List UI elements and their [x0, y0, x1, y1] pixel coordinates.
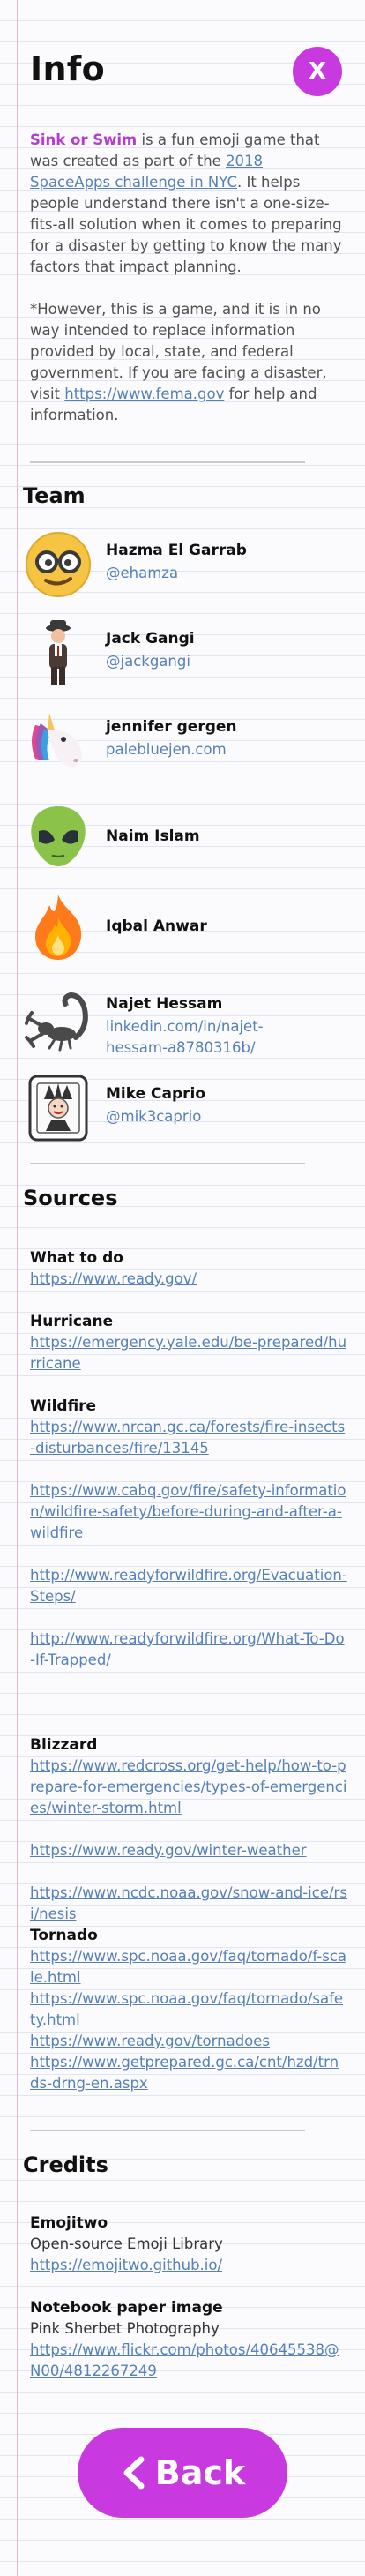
page-title: Info: [30, 49, 106, 88]
source-group-wildfire: Wildfire https://www.nrcan.gc.ca/forests…: [30, 1396, 347, 1671]
intro-text: Sink or Swim is a fun emoji game that wa…: [30, 130, 347, 426]
team-member: Mike Caprio @mik3caprio: [23, 1073, 349, 1147]
credit-title: Emojitwo: [30, 2214, 108, 2232]
credit-description: Open-source Emoji Library: [30, 2235, 223, 2252]
alien-icon: [31, 806, 86, 866]
intro-paragraph-1: Sink or Swim is a fun emoji game that wa…: [30, 130, 347, 278]
credit-emojitwo: Emojitwo Open-source Emoji Library https…: [30, 2213, 347, 2276]
member-name: Iqbal Anwar: [106, 917, 207, 935]
member-handle[interactable]: @mik3caprio: [106, 1106, 309, 1127]
team-member: Iqbal Anwar: [23, 891, 349, 965]
unicorn-icon: [32, 713, 82, 768]
source-heading: What to do: [30, 1249, 123, 1267]
source-link[interactable]: https://www.spc.noaa.gov/faq/tornado/f-s…: [30, 1946, 347, 1988]
divider: [30, 2130, 305, 2131]
source-link[interactable]: https://www.ncdc.noaa.gov/snow-and-ice/r…: [30, 1883, 347, 1925]
member-name: jennifer gergen: [106, 718, 237, 736]
source-group-blizzard: Blizzard https://www.redcross.org/get-he…: [30, 1734, 347, 1925]
team-member: jennifer gergen palebluejen.com: [23, 706, 349, 780]
credits-heading: Credits: [23, 2153, 108, 2177]
detective-icon: [46, 620, 71, 685]
source-group-hurricane: Hurricane https://emergency.yale.edu/be-…: [30, 1311, 347, 1374]
source-link[interactable]: https://www.ready.gov/: [30, 1269, 347, 1290]
source-link[interactable]: https://www.getprepared.gc.ca/cnt/hzd/tr…: [30, 2052, 347, 2094]
close-button[interactable]: X: [293, 47, 342, 96]
member-name: Naim Islam: [106, 827, 200, 845]
member-handle[interactable]: palebluejen.com: [106, 739, 309, 760]
source-link[interactable]: http://www.readyforwildfire.org/What-To-…: [30, 1629, 347, 1671]
emojitwo-link[interactable]: https://emojitwo.github.io/: [30, 2255, 347, 2276]
source-link[interactable]: https://www.spc.noaa.gov/faq/tornado/saf…: [30, 1988, 347, 2031]
game-name: Sink or Swim: [30, 131, 138, 148]
source-heading: Tornado: [30, 1927, 98, 1944]
source-link[interactable]: https://www.ready.gov/winter-weather: [30, 1840, 347, 1861]
source-link[interactable]: https://www.cabq.gov/fire/safety-informa…: [30, 1480, 347, 1544]
back-button[interactable]: Back: [78, 2428, 287, 2518]
member-handle[interactable]: @jackgangi: [106, 651, 309, 672]
source-link[interactable]: https://www.ready.gov/tornadoes: [30, 2031, 347, 2052]
member-name: Najet Hessam: [106, 995, 223, 1013]
member-name: Jack Gangi: [106, 630, 195, 648]
member-name: Mike Caprio: [106, 1085, 206, 1103]
intro-paragraph-2: *However, this is a game, and it is in n…: [30, 299, 347, 426]
source-group-tornado: Tornado https://www.spc.noaa.gov/faq/tor…: [30, 1925, 347, 2094]
member-handle[interactable]: linkedin.com/in/najet-hessam-a8780316b/: [106, 1016, 309, 1059]
divider: [30, 1163, 305, 1164]
source-link[interactable]: https://www.redcross.org/get-help/how-to…: [30, 1756, 347, 1819]
info-page: Info X Sink or Swim is a fun emoji game …: [0, 0, 365, 2576]
team-member: Jack Gangi @jackgangi: [23, 618, 349, 692]
credit-author: Pink Sherbet Photography: [30, 2320, 220, 2337]
source-heading: Hurricane: [30, 1313, 114, 1330]
back-label: Back: [154, 2453, 246, 2492]
divider: [30, 461, 305, 463]
fema-link[interactable]: https://www.fema.gov: [64, 386, 224, 402]
team-member: Najet Hessam linkedin.com/in/najet-hessa…: [23, 983, 349, 1057]
chevron-left-icon: [123, 2456, 145, 2490]
team-heading: Team: [23, 483, 86, 508]
source-link[interactable]: https://emergency.yale.edu/be-prepared/h…: [30, 1332, 347, 1374]
team-member: Hazma El Garrab @ehamza: [23, 529, 349, 603]
source-heading: Blizzard: [30, 1736, 98, 1754]
source-link[interactable]: http://www.readyforwildfire.org/Evacuati…: [30, 1565, 347, 1607]
nerd-face-icon: [26, 532, 91, 597]
credit-title: Notebook paper image: [30, 2299, 223, 2317]
joker-card-icon: [28, 1075, 88, 1142]
source-link[interactable]: https://www.nrcan.gc.ca/forests/fire-ins…: [30, 1417, 347, 1459]
source-group-what-to-do: What to do https://www.ready.gov/: [30, 1247, 347, 1290]
sources-heading: Sources: [23, 1186, 118, 1210]
team-member: Naim Islam: [23, 801, 349, 875]
flickr-link[interactable]: https://www.flickr.com/photos/40645538@N…: [30, 2340, 347, 2382]
member-handle[interactable]: @ehamza: [106, 563, 309, 584]
credit-notebook-paper: Notebook paper image Pink Sherbet Photog…: [30, 2297, 347, 2382]
scorpion-icon: [25, 992, 88, 1052]
source-heading: Wildfire: [30, 1397, 97, 1415]
member-name: Hazma El Garrab: [106, 542, 247, 559]
fire-icon: [35, 895, 82, 960]
